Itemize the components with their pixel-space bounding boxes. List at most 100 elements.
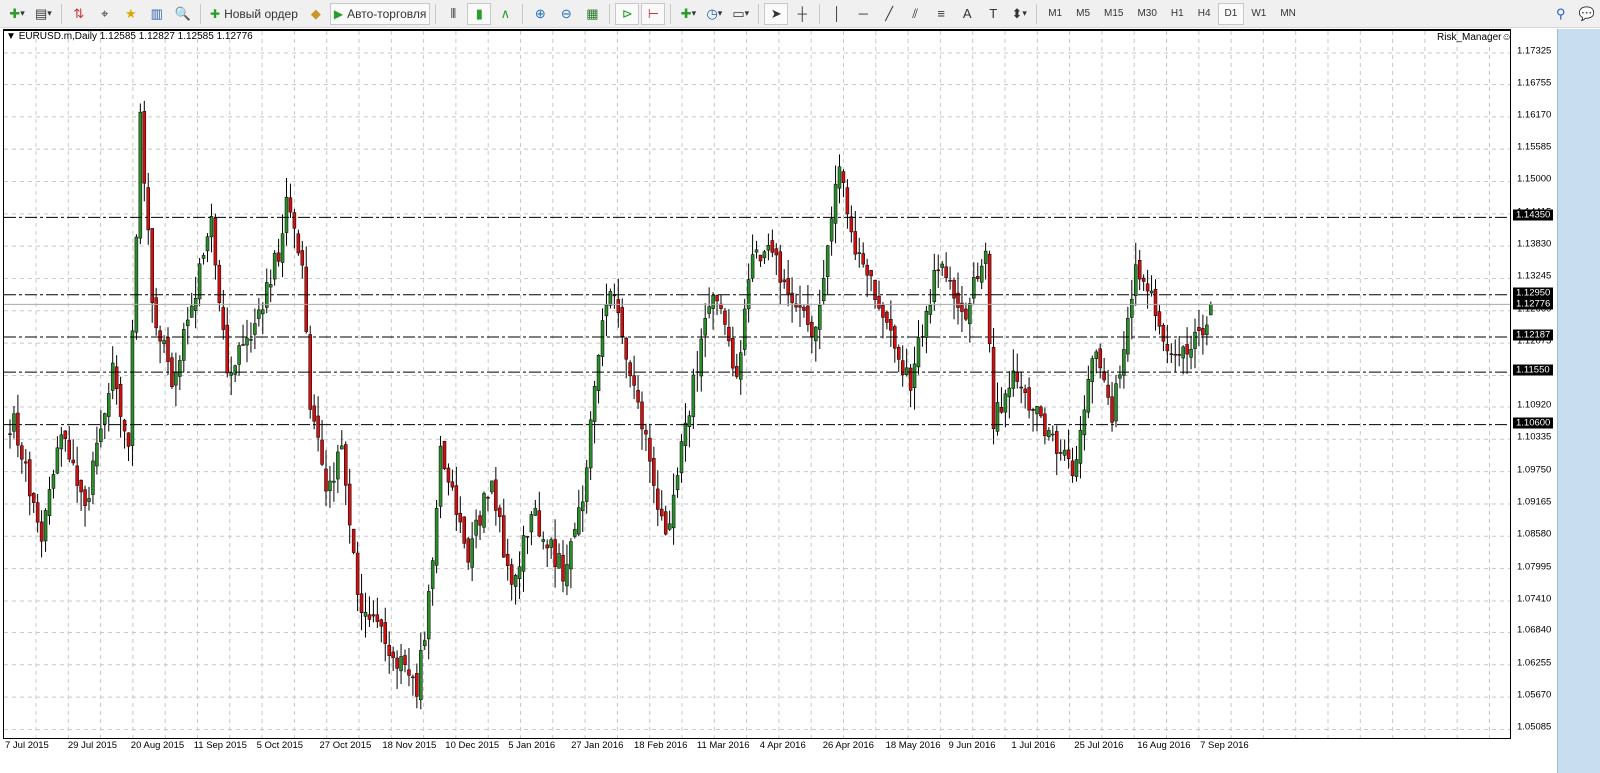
chart-shift-button[interactable]: ⊢ <box>641 2 666 25</box>
auto-trading-button[interactable]: ▶ Авто-торговля <box>329 2 431 25</box>
crosshair-button[interactable]: ┼ <box>790 3 814 25</box>
timeframe-h1[interactable]: H1 <box>1164 3 1191 25</box>
candle-body <box>367 614 372 620</box>
level-price-tag: 1.11550 <box>1513 364 1553 376</box>
candle-body <box>324 468 328 492</box>
dropdown-arrow-icon[interactable]: ▾ <box>745 8 750 19</box>
profiles-button[interactable]: ▤ ▾ <box>31 3 56 25</box>
autoscroll-icon: ⊳ <box>621 5 633 21</box>
candle-body <box>1165 344 1170 352</box>
date-tick-label: 18 Nov 2015 <box>382 740 437 751</box>
timeframe-m5[interactable]: M5 <box>1069 3 1097 25</box>
timeframe-m1[interactable]: M1 <box>1041 3 1069 25</box>
candle-body <box>332 480 336 483</box>
candle-body <box>952 279 956 299</box>
candle-body <box>95 442 99 467</box>
metaeditor-button[interactable]: ◆ <box>304 3 328 25</box>
candle-body <box>711 294 715 309</box>
candle-body <box>620 307 624 337</box>
auto-trading-icon: ▶ <box>333 6 344 21</box>
text-label-button[interactable]: T <box>981 3 1005 25</box>
timeframe-d1[interactable]: D1 <box>1217 2 1245 25</box>
dropdown-arrow-icon[interactable]: ▾ <box>1022 8 1027 19</box>
trendline-button[interactable]: ╱ <box>877 3 901 25</box>
timeframe-mn[interactable]: MN <box>1273 3 1303 25</box>
candle-body <box>1122 349 1126 376</box>
candle-body <box>600 320 605 357</box>
candle-body <box>1153 289 1158 317</box>
candle-body <box>12 413 16 432</box>
new-chart-button[interactable]: ✚ ▾ <box>5 3 29 25</box>
candle-body <box>182 329 186 361</box>
candle-body <box>166 337 170 362</box>
candle-body <box>174 371 178 386</box>
date-tick-label: 26 Apr 2016 <box>822 740 874 751</box>
autoscroll-button[interactable]: ⊳ <box>615 2 640 25</box>
candle-body <box>541 539 545 542</box>
toolbar-separator <box>609 3 611 24</box>
chart-area[interactable] <box>3 29 1511 739</box>
strategy-tester-button[interactable]: 🔍 <box>171 3 195 25</box>
date-tick-label: 7 Sep 2016 <box>1200 740 1249 751</box>
timeframe-h4[interactable]: H4 <box>1191 3 1218 25</box>
candle-body <box>47 489 52 517</box>
button-label: Авто-торговля <box>347 6 427 21</box>
candle-body <box>391 651 395 658</box>
text-button[interactable]: A <box>955 3 979 25</box>
zoom-in-button[interactable]: ⊕ <box>528 3 552 25</box>
candle-body <box>885 311 889 323</box>
date-tick-label: 11 Sep 2015 <box>193 740 247 751</box>
terminal-button[interactable]: ▥ <box>145 3 169 25</box>
chat-icon[interactable]: 💬 <box>1575 3 1599 25</box>
templates-button[interactable]: ▭ ▾ <box>728 3 753 25</box>
indicators-button[interactable]: ✚ ▾ <box>676 3 700 25</box>
collapse-triangle-icon[interactable]: ▼ <box>6 31 19 42</box>
candle-body <box>28 459 32 497</box>
search-icon[interactable]: ⚲ <box>1549 3 1573 25</box>
dropdown-arrow-icon[interactable]: ▾ <box>692 8 697 19</box>
candle-body <box>150 228 154 303</box>
date-tick-label: 29 Jul 2015 <box>67 740 118 751</box>
candle-body <box>375 614 380 622</box>
candle-body <box>387 644 391 656</box>
candle-body <box>513 575 518 587</box>
bar-chart-button[interactable]: ⫴ <box>441 3 465 25</box>
candle-body <box>845 187 850 215</box>
timeframe-w1[interactable]: W1 <box>1244 3 1273 25</box>
zoom-out-button[interactable]: ⊖ <box>554 3 578 25</box>
candle-body <box>707 306 711 314</box>
candle-body <box>300 250 305 266</box>
candle-body <box>671 494 676 529</box>
price-axis[interactable]: 1.173251.167551.161701.155851.150001.144… <box>1511 29 1557 739</box>
dropdown-arrow-icon[interactable]: ▾ <box>718 8 723 19</box>
dropdown-arrow-icon[interactable]: ▾ <box>20 8 25 19</box>
side-scroll-panel[interactable] <box>1557 29 1600 773</box>
market-watch-button[interactable]: ⇅ <box>67 3 91 25</box>
tile-windows-button[interactable]: ▦ <box>580 3 604 25</box>
candle-body <box>979 265 984 283</box>
timeframe-m15[interactable]: M15 <box>1097 3 1130 25</box>
arrows-button[interactable]: ⬍ ▾ <box>1007 3 1031 25</box>
horizontal-line-button[interactable]: ─ <box>851 3 875 25</box>
candle-body <box>426 591 431 640</box>
vertical-line-button[interactable]: │ <box>825 3 849 25</box>
candle-body <box>762 251 767 259</box>
candlestick-button[interactable]: ▮ <box>467 2 492 25</box>
equidistant-channel-button[interactable]: ⫽ <box>903 3 927 25</box>
candle-body <box>1114 383 1118 422</box>
candle-body <box>687 415 692 427</box>
line-chart-button[interactable]: ∧ <box>493 3 517 25</box>
candle-body <box>205 236 210 252</box>
new-order-button[interactable]: ✚ Новый ордер <box>206 3 302 25</box>
fibonacci-button[interactable]: ≡ <box>929 3 953 25</box>
timeframe-m30[interactable]: M30 <box>1130 3 1163 25</box>
dropdown-arrow-icon[interactable]: ▾ <box>47 8 52 19</box>
candle-body <box>624 337 628 360</box>
candle-body <box>399 656 403 672</box>
candle-body <box>592 385 597 422</box>
periods-button[interactable]: ◷ ▾ <box>702 3 726 25</box>
cursor-button[interactable]: ➤ <box>764 2 789 25</box>
navigator-button[interactable]: ★ <box>119 3 143 25</box>
data-window-button[interactable]: ⌖ <box>93 3 117 25</box>
channel-icon: ⫽ <box>912 5 919 21</box>
